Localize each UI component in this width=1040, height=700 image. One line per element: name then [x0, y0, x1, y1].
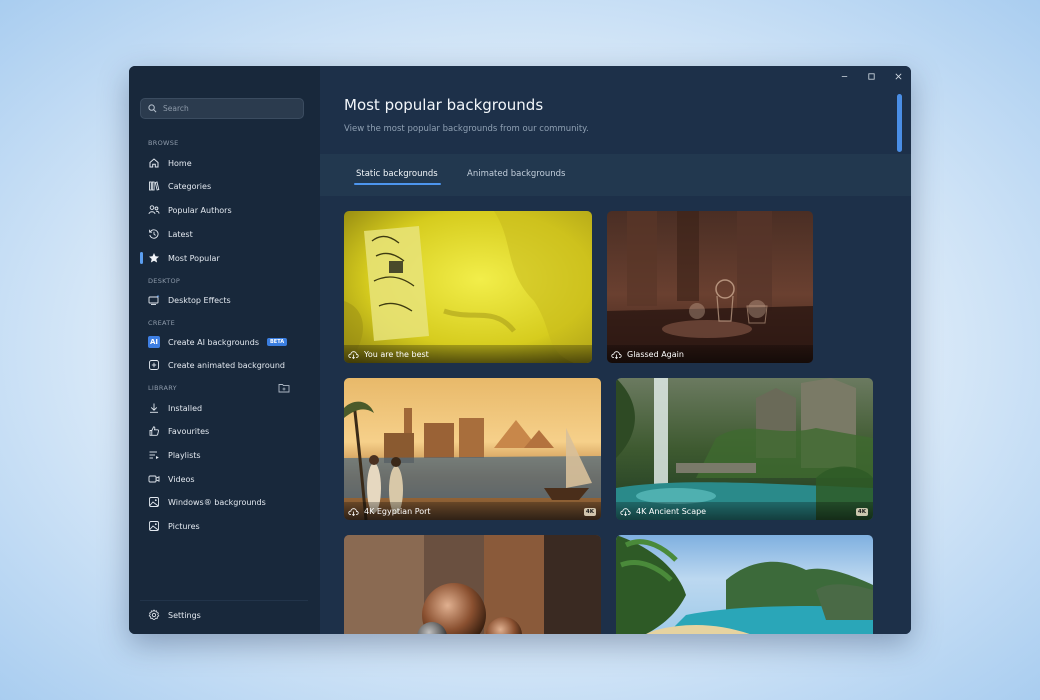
- sidebar-item-label: Most Popular: [168, 253, 220, 263]
- playlist-icon: [149, 451, 159, 459]
- search-input[interactable]: [163, 104, 293, 113]
- picture-icon: [149, 521, 159, 531]
- sidebar-item-label: Favourites: [168, 426, 210, 436]
- quality-badge: 4K: [855, 508, 868, 516]
- sidebar-item-playlists[interactable]: Playlists: [140, 444, 308, 466]
- sidebar-item-create-animated[interactable]: Create animated background: [140, 354, 308, 376]
- card-caption: You are the best: [344, 345, 592, 363]
- card-caption: 4K Egyptian Port: [344, 502, 601, 520]
- page-title: Most popular backgrounds: [344, 96, 544, 114]
- section-label-desktop: DESKTOP: [148, 277, 181, 285]
- folder-add-icon[interactable]: [278, 383, 290, 393]
- sidebar-item-label: Pictures: [168, 521, 200, 531]
- tab-bar: Static backgrounds Animated backgrounds: [320, 154, 911, 196]
- sidebar-item-create-ai[interactable]: AI Create AI backgrounds BETA: [140, 331, 308, 353]
- cloud-download-icon: [611, 350, 622, 359]
- sidebar-item-videos[interactable]: Videos: [140, 468, 308, 490]
- history-icon: [149, 229, 159, 239]
- card-thumbnail: [607, 211, 813, 363]
- cloud-download-icon: [348, 507, 359, 516]
- background-card[interactable]: 4K Egyptian Port 4K: [344, 378, 601, 520]
- section-label-create: CREATE: [148, 319, 175, 327]
- sidebar-item-popular-authors[interactable]: Popular Authors: [140, 199, 308, 221]
- card-thumbnail: [616, 535, 873, 634]
- home-icon: [149, 158, 159, 168]
- add-animated-icon: [149, 360, 159, 370]
- sidebar-item-label: Latest: [168, 229, 193, 239]
- sidebar-item-label: Desktop Effects: [168, 295, 231, 305]
- sidebar-item-label: Create animated background: [168, 360, 286, 370]
- people-icon: [148, 205, 160, 215]
- card-thumbnail: [344, 211, 592, 363]
- page-subtitle: View the most popular backgrounds from o…: [344, 124, 589, 134]
- search-icon: [148, 104, 157, 113]
- maximize-icon[interactable]: [867, 72, 876, 81]
- card-thumbnail: [616, 378, 873, 520]
- sidebar-item-settings[interactable]: Settings: [140, 604, 308, 626]
- background-card[interactable]: 4K Ancient Scape 4K: [616, 378, 873, 520]
- video-icon: [148, 475, 160, 483]
- cloud-download-icon: [620, 507, 631, 516]
- background-card[interactable]: [344, 535, 601, 634]
- sidebar-item-desktop-effects[interactable]: Desktop Effects: [140, 289, 308, 311]
- thumb-like-icon: [149, 426, 159, 436]
- sidebar-item-label: Categories: [168, 181, 212, 191]
- card-title: 4K Egyptian Port: [364, 506, 431, 516]
- sidebar-item-latest[interactable]: Latest: [140, 223, 308, 245]
- sidebar-item-label: Playlists: [168, 450, 201, 460]
- sidebar-item-label: Windows® backgrounds: [168, 497, 266, 507]
- window-controls: [840, 72, 903, 81]
- card-title: You are the best: [364, 349, 429, 359]
- tab-animated-backgrounds[interactable]: Animated backgrounds: [467, 169, 565, 179]
- card-caption: Glassed Again: [607, 345, 813, 363]
- windows-image-icon: [149, 497, 159, 507]
- tab-static-backgrounds[interactable]: Static backgrounds: [354, 169, 441, 185]
- sidebar-item-label: Videos: [168, 474, 195, 484]
- divider: [140, 600, 308, 601]
- card-title: 4K Ancient Scape: [636, 506, 707, 516]
- card-thumbnail: [344, 535, 601, 634]
- cloud-download-icon: [348, 350, 359, 359]
- sidebar-item-favourites[interactable]: Favourites: [140, 420, 308, 442]
- card-title: Glassed Again: [627, 349, 684, 359]
- main-content: Most popular backgrounds View the most p…: [320, 66, 911, 634]
- desktop-effects-icon: [148, 294, 160, 305]
- sidebar-item-label: Settings: [168, 610, 201, 620]
- sidebar: BROWSE Home Categories Popular Authors L…: [129, 66, 320, 634]
- library-icon: [149, 181, 160, 191]
- sidebar-item-label: Installed: [168, 403, 203, 413]
- sidebar-item-label: Popular Authors: [168, 205, 232, 215]
- minimize-icon[interactable]: [840, 72, 849, 81]
- sidebar-item-home[interactable]: Home: [140, 152, 308, 174]
- section-label-library: LIBRARY: [148, 384, 177, 392]
- sidebar-item-label: Home: [168, 158, 192, 168]
- download-icon: [150, 403, 158, 413]
- sidebar-item-categories[interactable]: Categories: [140, 175, 308, 197]
- sidebar-item-label: Create AI backgrounds: [168, 337, 259, 347]
- search-box[interactable]: [140, 98, 304, 119]
- background-card[interactable]: Glassed Again: [607, 211, 813, 363]
- sidebar-item-windows-backgrounds[interactable]: Windows® backgrounds: [140, 491, 308, 513]
- sidebar-item-pictures[interactable]: Pictures: [140, 515, 308, 537]
- close-icon[interactable]: [894, 72, 903, 81]
- scrollbar-thumb[interactable]: [897, 94, 902, 152]
- background-card[interactable]: You are the best: [344, 211, 592, 363]
- quality-badge: 4K: [583, 508, 596, 516]
- background-card[interactable]: [616, 535, 873, 634]
- ai-icon: AI: [148, 336, 160, 348]
- app-window: BROWSE Home Categories Popular Authors L…: [129, 66, 911, 634]
- sidebar-item-installed[interactable]: Installed: [140, 397, 308, 419]
- section-label-browse: BROWSE: [148, 139, 179, 147]
- gear-icon: [148, 609, 160, 620]
- card-caption: 4K Ancient Scape: [616, 502, 873, 520]
- sidebar-item-most-popular[interactable]: Most Popular: [140, 247, 308, 269]
- star-icon: [149, 253, 159, 263]
- card-thumbnail: [344, 378, 601, 520]
- beta-badge: BETA: [266, 338, 288, 346]
